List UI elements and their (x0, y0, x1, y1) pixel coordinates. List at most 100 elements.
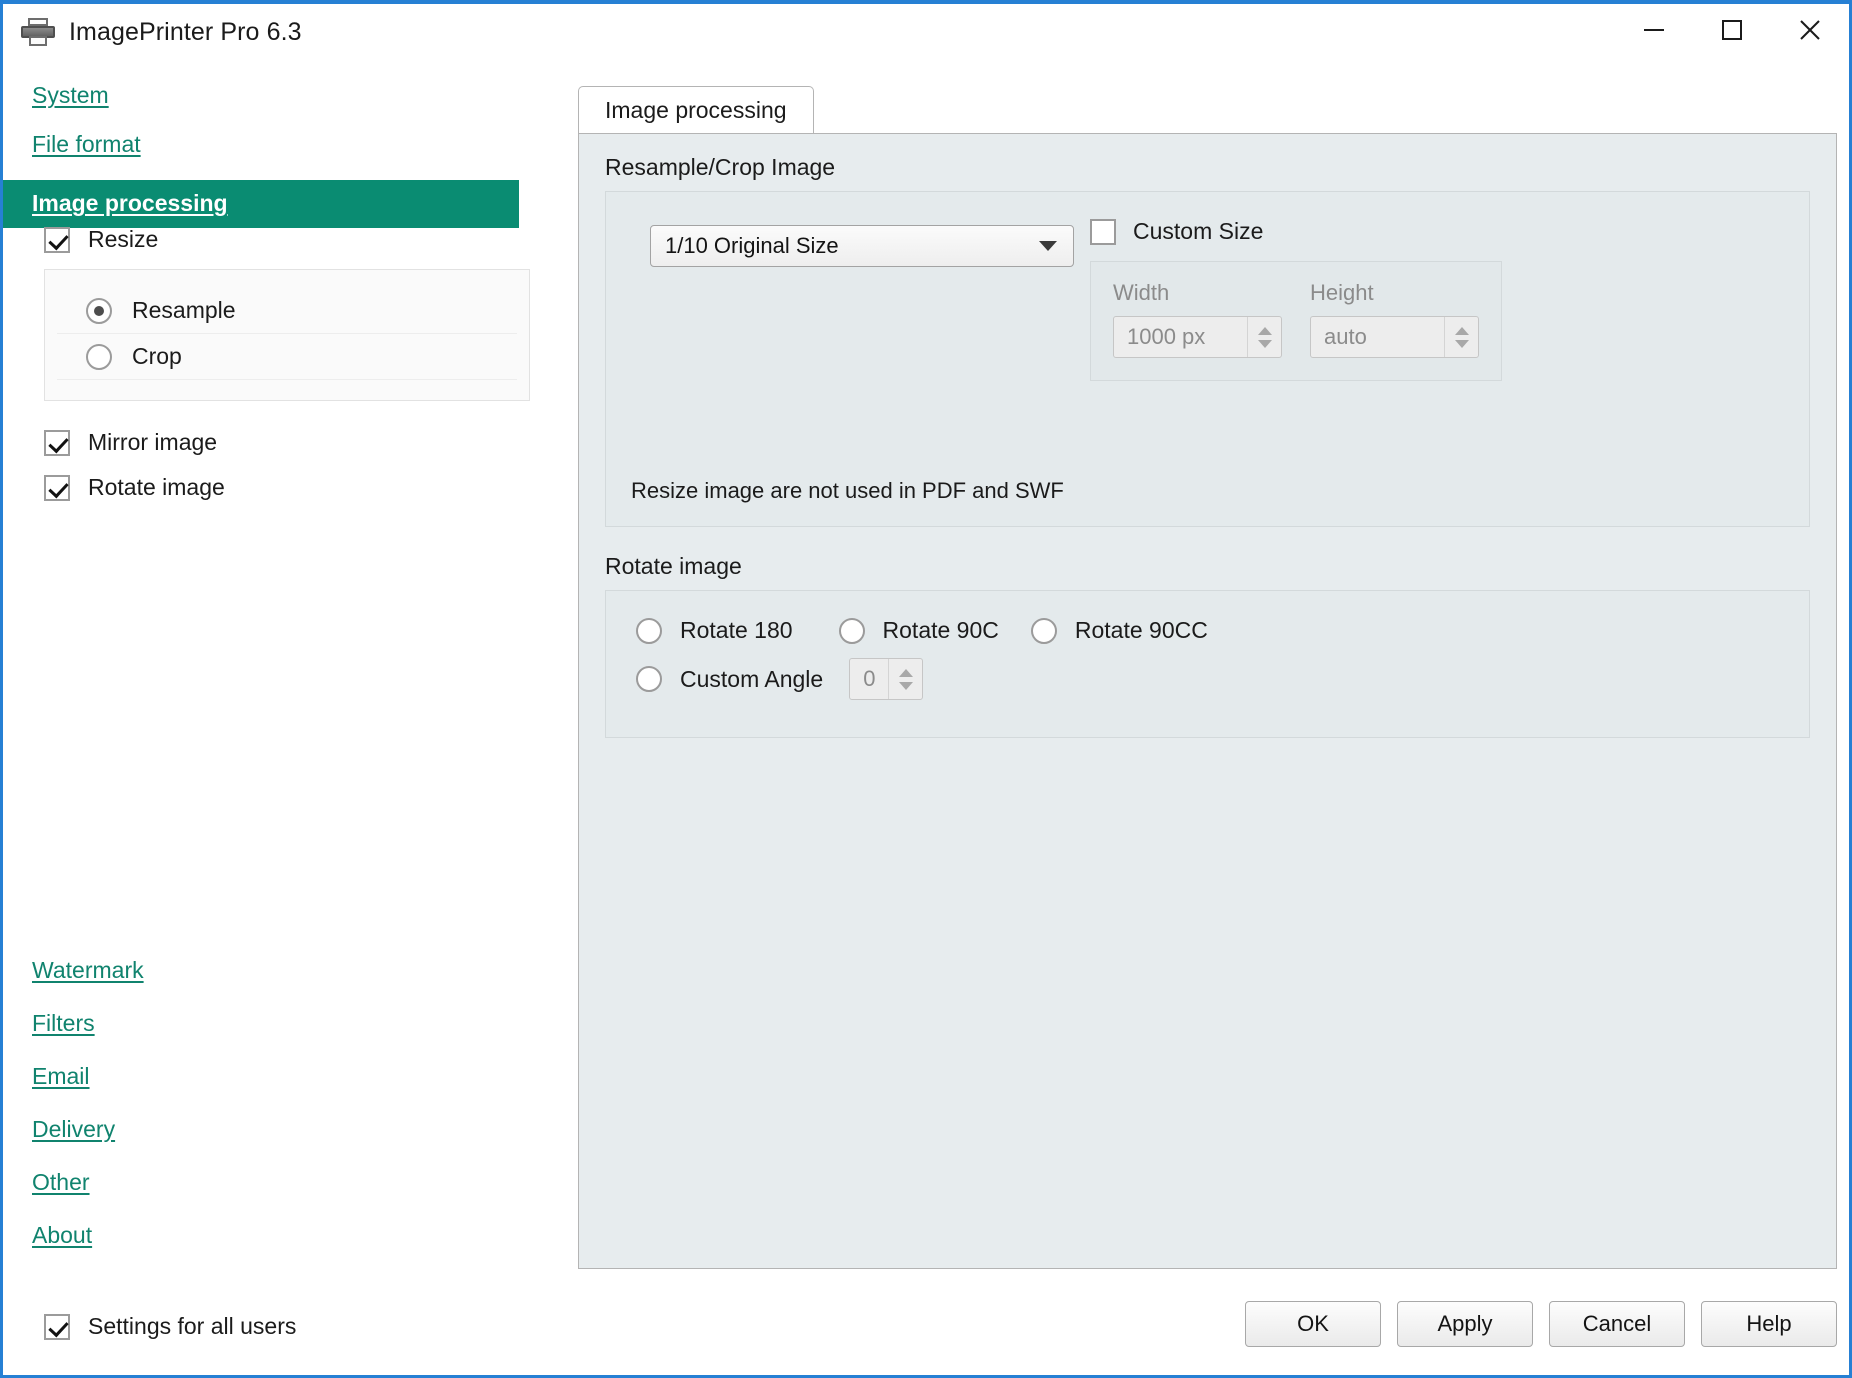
stepper-down-icon[interactable] (899, 682, 913, 690)
crop-radio[interactable] (86, 344, 112, 370)
help-button[interactable]: Help (1701, 1301, 1837, 1347)
crop-label: Crop (132, 343, 182, 370)
height-stepper-arrows[interactable] (1444, 317, 1478, 357)
settings-for-all-users-label: Settings for all users (88, 1313, 296, 1340)
custom-size-checkbox-row[interactable]: Custom Size (1090, 218, 1502, 245)
resize-label: Resize (88, 226, 158, 253)
height-field-wrap: Height auto (1310, 280, 1479, 358)
rotate-180-row[interactable]: Rotate 180 (636, 617, 793, 644)
size-select[interactable]: 1/10 Original Size (650, 225, 1074, 267)
window-title: ImagePrinter Pro 6.3 (69, 18, 302, 47)
custom-angle-row: Custom Angle 0 (606, 658, 1809, 700)
custom-angle-stepper[interactable]: 0 (849, 658, 923, 700)
minimize-icon (1641, 23, 1667, 37)
width-height-fields: Width 1000 px Height (1090, 261, 1502, 381)
close-icon (1797, 17, 1823, 43)
sidebar-item-watermark[interactable]: Watermark (3, 957, 569, 984)
height-stepper[interactable]: auto (1310, 316, 1479, 358)
resize-checkbox[interactable] (44, 227, 70, 253)
image-processing-panel: Resample/Crop Image 1/10 Original Size C… (578, 133, 1837, 1269)
sidebar-item-filters[interactable]: Filters (3, 1010, 569, 1037)
rotate-options-row: Rotate 180 Rotate 90C Rotate 90CC (606, 617, 1809, 644)
resize-checkbox-row[interactable]: Resize (3, 226, 569, 253)
sidebar-item-other[interactable]: Other (3, 1169, 569, 1196)
maximize-button[interactable] (1693, 4, 1771, 56)
resize-note: Resize image are not used in PDF and SWF (631, 478, 1064, 504)
width-stepper[interactable]: 1000 px (1113, 316, 1282, 358)
chevron-down-icon (1039, 241, 1057, 251)
footer-buttons: OK Apply Cancel Help (1245, 1301, 1837, 1347)
settings-for-all-users-checkbox[interactable] (44, 1314, 70, 1340)
resample-crop-group-label: Resample/Crop Image (605, 154, 1836, 181)
rotate-group-label: Rotate image (605, 553, 1836, 580)
rotate-90cc-label: Rotate 90CC (1075, 617, 1208, 644)
custom-size-label: Custom Size (1133, 218, 1263, 245)
ok-button[interactable]: OK (1245, 1301, 1381, 1347)
height-input[interactable]: auto (1311, 317, 1444, 357)
sidebar-item-file-format[interactable]: File format (3, 131, 569, 158)
sidebar-item-system[interactable]: System (3, 82, 569, 109)
custom-angle-radio[interactable] (636, 666, 662, 692)
custom-angle-input[interactable]: 0 (850, 659, 888, 699)
sidebar-item-about[interactable]: About (3, 1222, 569, 1249)
width-stepper-arrows[interactable] (1247, 317, 1281, 357)
height-label: Height (1310, 280, 1479, 306)
stepper-down-icon[interactable] (1258, 340, 1272, 348)
title-bar: ImagePrinter Pro 6.3 (3, 4, 1849, 60)
sidebar-item-image-processing[interactable]: Image processing (3, 180, 519, 228)
rotate-group: Rotate 180 Rotate 90C Rotate 90CC (605, 590, 1810, 738)
stepper-up-icon[interactable] (899, 669, 913, 677)
width-field-wrap: Width 1000 px (1113, 280, 1282, 358)
resize-mode-group: Resample Crop (44, 269, 530, 401)
crop-radio-row[interactable]: Crop (57, 334, 517, 380)
custom-size-checkbox[interactable] (1090, 219, 1116, 245)
size-select-value: 1/10 Original Size (665, 233, 839, 259)
window-controls (1615, 4, 1849, 56)
title-bar-left: ImagePrinter Pro 6.3 (3, 18, 302, 47)
sidebar-item-email[interactable]: Email (3, 1063, 569, 1090)
mirror-image-checkbox-row[interactable]: Mirror image (3, 429, 569, 456)
sidebar-options: Resize Resample Crop Mirror image (3, 226, 569, 501)
window-content: System File format Image processing Resi… (3, 60, 1849, 1375)
application-window: ImagePrinter Pro 6.3 (0, 0, 1852, 1378)
apply-button[interactable]: Apply (1397, 1301, 1533, 1347)
printer-icon (21, 18, 55, 46)
resample-crop-group: 1/10 Original Size Custom Size Width (605, 191, 1810, 527)
custom-size-section: Custom Size Width 1000 px (1090, 218, 1502, 381)
mirror-image-label: Mirror image (88, 429, 217, 456)
resample-label: Resample (132, 297, 236, 324)
minimize-button[interactable] (1615, 4, 1693, 56)
custom-angle-label: Custom Angle (680, 666, 823, 693)
stepper-up-icon[interactable] (1258, 327, 1272, 335)
custom-angle-option[interactable]: Custom Angle (636, 666, 823, 693)
settings-for-all-users-row[interactable]: Settings for all users (3, 1313, 296, 1340)
main-content: Image processing Resample/Crop Image 1/1… (569, 60, 1849, 1375)
rotate-90c-radio[interactable] (839, 618, 865, 644)
cancel-button[interactable]: Cancel (1549, 1301, 1685, 1347)
resample-radio[interactable] (86, 298, 112, 324)
close-button[interactable] (1771, 4, 1849, 56)
rotate-90c-row[interactable]: Rotate 90C (839, 617, 999, 644)
sidebar-top-nav: System File format Image processing (3, 60, 569, 228)
rotate-image-checkbox[interactable] (44, 475, 70, 501)
rotate-90c-label: Rotate 90C (883, 617, 999, 644)
rotate-180-radio[interactable] (636, 618, 662, 644)
mirror-image-checkbox[interactable] (44, 430, 70, 456)
custom-angle-stepper-arrows[interactable] (888, 659, 922, 699)
sidebar-bottom-nav: Watermark Filters Email Delivery Other A… (3, 957, 569, 1249)
stepper-down-icon[interactable] (1455, 340, 1469, 348)
width-input[interactable]: 1000 px (1114, 317, 1247, 357)
rotate-90cc-radio[interactable] (1031, 618, 1057, 644)
rotate-180-label: Rotate 180 (680, 617, 793, 644)
rotate-image-label: Rotate image (88, 474, 225, 501)
sidebar: System File format Image processing Resi… (3, 60, 569, 1375)
stepper-up-icon[interactable] (1455, 327, 1469, 335)
rotate-image-checkbox-row[interactable]: Rotate image (3, 474, 569, 501)
sidebar-item-delivery[interactable]: Delivery (3, 1116, 569, 1143)
resample-radio-row[interactable]: Resample (57, 288, 517, 334)
maximize-icon (1720, 18, 1744, 42)
tab-strip: Image processing (578, 87, 814, 133)
tab-image-processing[interactable]: Image processing (578, 86, 814, 133)
width-label: Width (1113, 280, 1282, 306)
rotate-90cc-row[interactable]: Rotate 90CC (1031, 617, 1208, 644)
